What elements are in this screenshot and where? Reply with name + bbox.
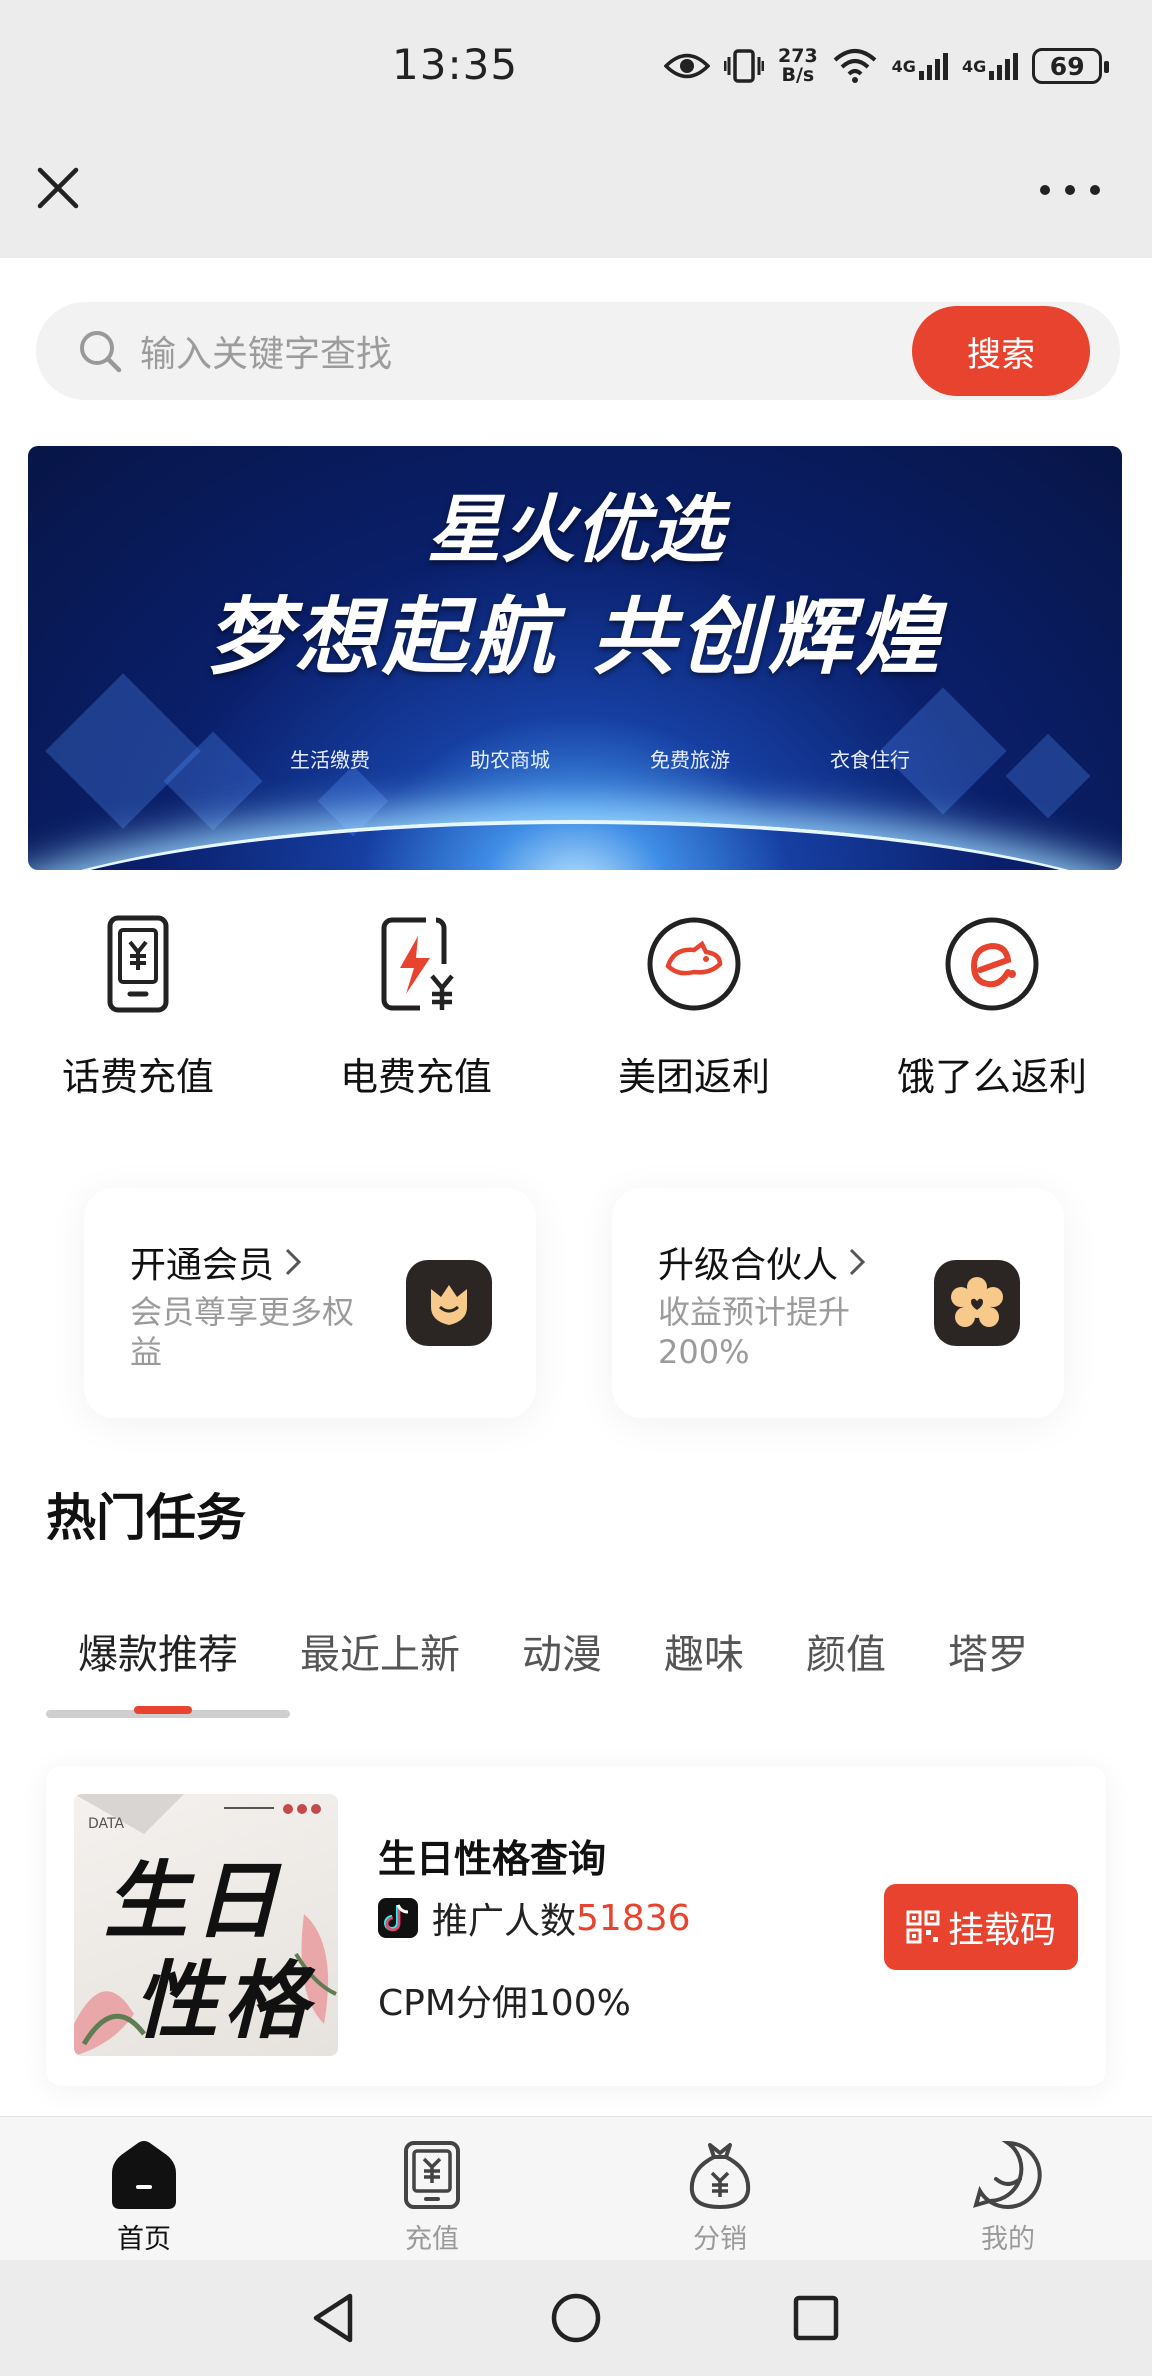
meituan-icon [647,917,741,1011]
card-title: 升级合伙人 [658,1236,866,1288]
eye-icon [664,51,710,81]
nav-label: 分销 [693,2224,747,2255]
tab-tarot[interactable]: 塔罗 [948,1622,1028,1692]
task-commission: CPM分佣100% [378,1983,631,2024]
service-eleme-rebate[interactable]: 饿了么返利 [862,900,1122,1101]
banner-tag: 助农商城 [470,748,550,772]
nav-profile[interactable]: 我的 [928,2139,1088,2256]
chevron-right-icon [849,1248,866,1276]
more-options-button[interactable] [1040,172,1100,208]
service-label: 电费充值 [339,1055,492,1099]
task-card[interactable]: DATA 生日 性格 生日性格查询 推广人数 51836 CPM分佣100% 挂载… [46,1766,1106,2086]
active-tab-indicator [134,1706,192,1714]
dot-icon [1090,185,1100,195]
qr-code-icon [906,1910,940,1944]
card-title: 开通会员 [130,1236,302,1288]
search-button[interactable]: 搜索 [912,306,1090,396]
promo-banner[interactable]: 星火优选 梦想起航 共创辉煌 生活缴费 助农商城 免费旅游 衣食住行 [28,446,1122,870]
chevron-right-icon [285,1248,302,1276]
status-time: 13:35 [392,40,519,89]
phone-bill-icon [107,915,169,1013]
service-label: 饿了么返利 [896,1055,1087,1099]
dot-icon [1065,185,1075,195]
tab-hot-recommend[interactable]: 爆款推荐 [78,1622,238,1692]
nav-label: 首页 [117,2224,171,2255]
smile-profile-icon [973,2140,1042,2209]
close-button[interactable] [30,160,86,216]
banner-tags: 生活缴费 助农商城 免费旅游 衣食住行 [290,744,910,773]
nav-distribution[interactable]: 分销 [640,2139,800,2256]
eleme-icon [945,917,1039,1011]
top-bar: 13:35 273 B/s 4G 4G 69 [0,0,1152,258]
crown-shield-icon [406,1260,492,1346]
nav-label: 充值 [405,2224,459,2255]
nav-recharge[interactable]: 充值 [352,2139,512,2256]
service-phone-recharge[interactable]: 话费充值 [8,900,268,1101]
vibrate-icon [724,47,764,85]
home-circle-icon[interactable] [548,2290,604,2346]
banner-tag: 免费旅游 [650,748,730,772]
banner-tag: 衣食住行 [830,748,910,772]
nav-label: 我的 [981,2224,1035,2255]
thumb-tag: DATA [88,1816,125,1832]
signal-icon: 4G [962,51,1019,81]
promo-count-number: 51836 [576,1897,691,1939]
signal-icon: 4G [892,51,948,81]
system-nav-bar [0,2260,1152,2376]
service-meituan-rebate[interactable]: 美团返利 [564,900,824,1101]
nav-home[interactable]: 首页 [64,2139,224,2256]
tab-fun[interactable]: 趣味 [664,1622,744,1692]
back-icon[interactable] [306,2290,362,2346]
tab-anime[interactable]: 动漫 [522,1622,602,1692]
status-icons: 273 B/s 4G 4G 69 [664,38,1110,94]
tab-recently-added[interactable]: 最近上新 [300,1622,460,1692]
task-thumbnail: DATA 生日 性格 [74,1794,338,2056]
close-icon [37,167,79,209]
upgrade-partner-card[interactable]: 升级合伙人 收益预计提升200% [612,1188,1064,1418]
search-input[interactable]: 输入关键字查找 [140,325,392,377]
service-label: 美团返利 [617,1055,770,1099]
task-tabs: 爆款推荐 最近上新 动漫 趣味 颜值 塔罗 [46,1622,1090,1692]
wifi-icon [832,48,878,84]
home-icon [112,2141,176,2209]
banner-title: 星火优选 [427,487,723,573]
thumb-title: 性格 [134,1951,315,2050]
service-label: 话费充值 [61,1055,214,1099]
service-grid: 话费充值 电费充值 美团返利 饿了么返利 [0,900,1152,1120]
flower-heart-icon [934,1260,1020,1346]
money-bag-icon [689,2143,751,2210]
banner-decoration [1005,733,1091,819]
net-speed: 273 B/s [778,45,818,86]
task-promo-count: 推广人数 51836 [378,1892,691,1944]
banner-horizon [28,820,1122,870]
open-membership-card[interactable]: 开通会员 会员尊享更多权益 [84,1188,536,1418]
mount-code-button[interactable]: 挂载码 [884,1884,1078,1970]
card-description: 会员尊享更多权益 [130,1293,355,1371]
hot-tasks-title: 热门任务 [46,1489,246,1547]
tiktok-icon [378,1898,418,1938]
task-title: 生日性格查询 [378,1837,607,1881]
bottom-nav: 首页 充值 分销 我的 [0,2116,1152,2260]
banner-tag: 生活缴费 [290,748,370,772]
recent-apps-icon[interactable] [788,2290,844,2346]
recharge-icon [404,2141,460,2209]
banner-decoration [45,673,201,829]
banner-slogan: 梦想起航 共创辉煌 [206,587,944,686]
search-icon [80,331,122,373]
service-electricity-recharge[interactable]: 电费充值 [286,900,546,1101]
tab-looks[interactable]: 颜值 [806,1622,886,1692]
battery-icon: 69 [1032,48,1110,84]
electricity-bill-icon [381,917,454,1011]
card-description: 收益预计提升200% [658,1293,851,1371]
dot-icon [1040,185,1050,195]
search-bar: 输入关键字查找 搜索 [36,302,1120,400]
